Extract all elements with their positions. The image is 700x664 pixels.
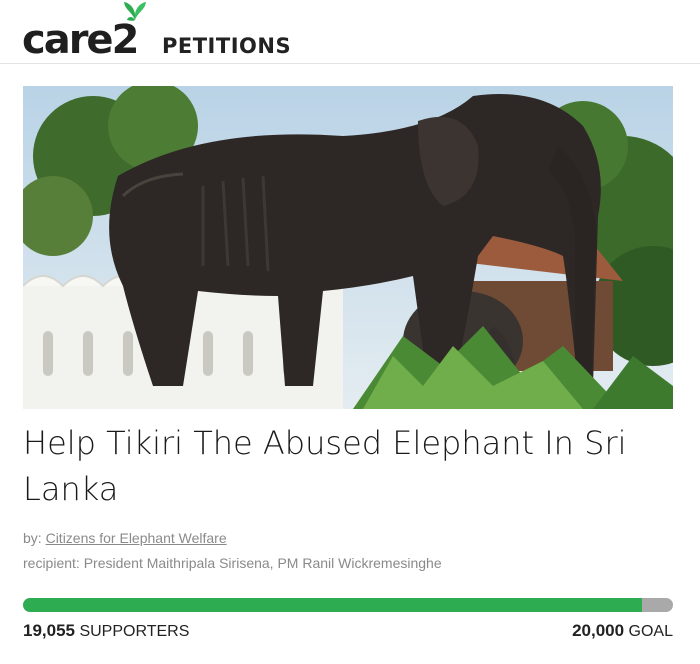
hero-image: [23, 86, 673, 409]
petition-author-line: by: Citizens for Elephant Welfare: [23, 530, 227, 546]
author-prefix: by:: [23, 530, 42, 546]
progress-fill: [23, 598, 643, 612]
care2-logo[interactable]: care 2: [22, 2, 146, 63]
petition-recipient: recipient: President Maithripala Sirisen…: [23, 555, 442, 571]
petition-title: Help Tikiri The Abused Elephant In Sri L…: [23, 424, 627, 508]
logo-number-text: 2: [111, 17, 140, 63]
supporters-value: 19,055: [23, 621, 75, 640]
logo-number: 2: [111, 2, 146, 63]
supporters-label: SUPPORTERS: [79, 623, 190, 640]
goal-count: 20,000 GOAL: [572, 621, 673, 641]
section-title[interactable]: PETITIONS: [162, 34, 291, 58]
logo-wordmark: care: [22, 17, 114, 63]
site-header: care 2 PETITIONS: [0, 0, 700, 64]
elephant-photo-icon: [23, 86, 673, 409]
author-link[interactable]: Citizens for Elephant Welfare: [46, 530, 227, 546]
goal-label: GOAL: [628, 623, 673, 640]
butterfly-icon: [123, 2, 146, 21]
goal-value: 20,000: [572, 621, 625, 640]
supporters-count: 19,055 SUPPORTERS: [23, 621, 189, 641]
progress-bar: [23, 598, 673, 612]
